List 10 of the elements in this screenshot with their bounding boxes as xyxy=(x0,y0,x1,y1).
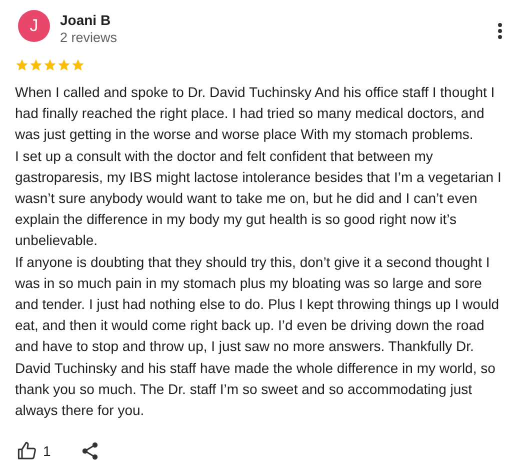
reviewer-name[interactable]: Joani B xyxy=(60,12,487,28)
like-count: 1 xyxy=(43,443,51,460)
more-options-icon[interactable] xyxy=(497,22,503,40)
review-text: When I called and spoke to Dr. David Tuchinsky And his office staff I thought I had finally reached the right place. I had tried so many medical doctors, and was just getting in the worse and worse place With my stomach problems. xyxy=(15,83,496,144)
avatar: J xyxy=(18,10,50,42)
review-text: If anyone is doubting that they should try this, don’t give it a second thought I was in so much pain in my stomach plus my bloating was so large and sore and tender. I just had nothing else to do. Plus I kept throwing things up I would eat, and then it would come right back up. I’d even be driving down the road and have to stop and throw up, I just saw no more answers. Thankfully Dr. David Tuchinsky and his staff have made the whole difference in my world, so thank you so much. The Dr. staff I’m so sweet and so accommodating just always there for you. xyxy=(15,252,500,420)
review-count: 2 reviews xyxy=(60,30,118,45)
share-icon[interactable] xyxy=(80,441,99,460)
review-text: I set up a consult with the doctor and felt confident that between my gastroparesis, my IBS might lactose intolerance besides that I’m a vegetarian I wasn’t sure anybody would want to take me on, but he did and I can’t even explain the difference in my body my gut health is so good right now it’s unbelievable. xyxy=(15,146,502,250)
thumbs-up-icon[interactable] xyxy=(17,441,37,460)
